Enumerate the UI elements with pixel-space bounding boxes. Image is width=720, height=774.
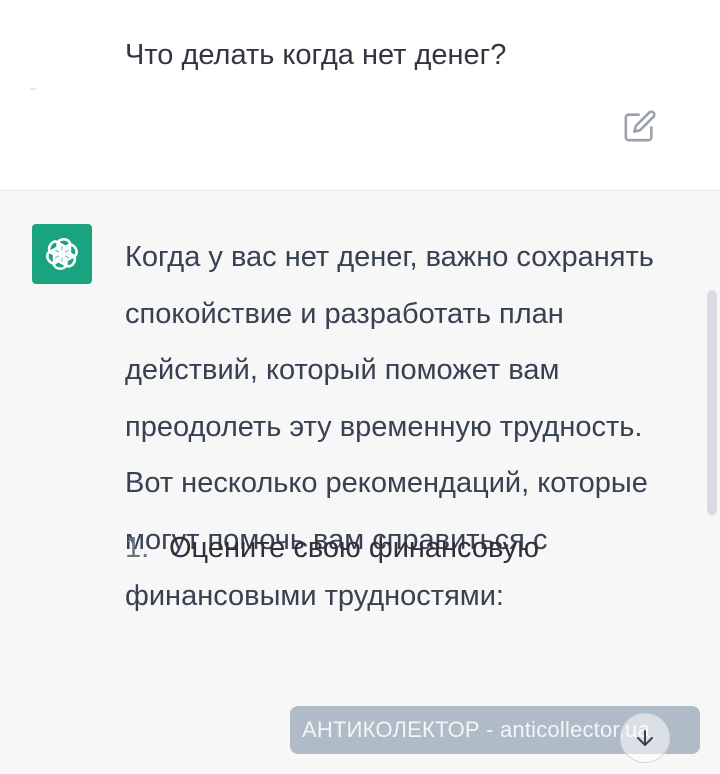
edit-message-button[interactable] [622,108,658,144]
scrollbar-thumb[interactable] [707,290,717,515]
recommendation-list: 1. Оцените свою финансовую [125,520,539,576]
assistant-message: Когда у вас нет денег, важно сохранять с… [0,191,720,774]
scroll-to-bottom-button[interactable] [620,713,670,763]
user-message: Что делать когда нет денег? [0,0,720,191]
divider-mark [30,88,36,90]
chat-page: Что делать когда нет денег? Когда у вас … [0,0,720,774]
assistant-avatar [32,224,92,284]
edit-icon [624,110,656,142]
openai-logo-icon [46,238,78,270]
watermark-text: АНТИКОЛЕКТОР - anticollector.ua [302,717,650,742]
list-item: 1. Оцените свою финансовую [125,520,539,576]
list-item-text: Оцените свою финансовую [169,532,540,564]
arrow-down-icon [637,730,653,746]
user-message-text: Что делать когда нет денег? [125,39,507,71]
list-item-number: 1. [125,532,150,564]
